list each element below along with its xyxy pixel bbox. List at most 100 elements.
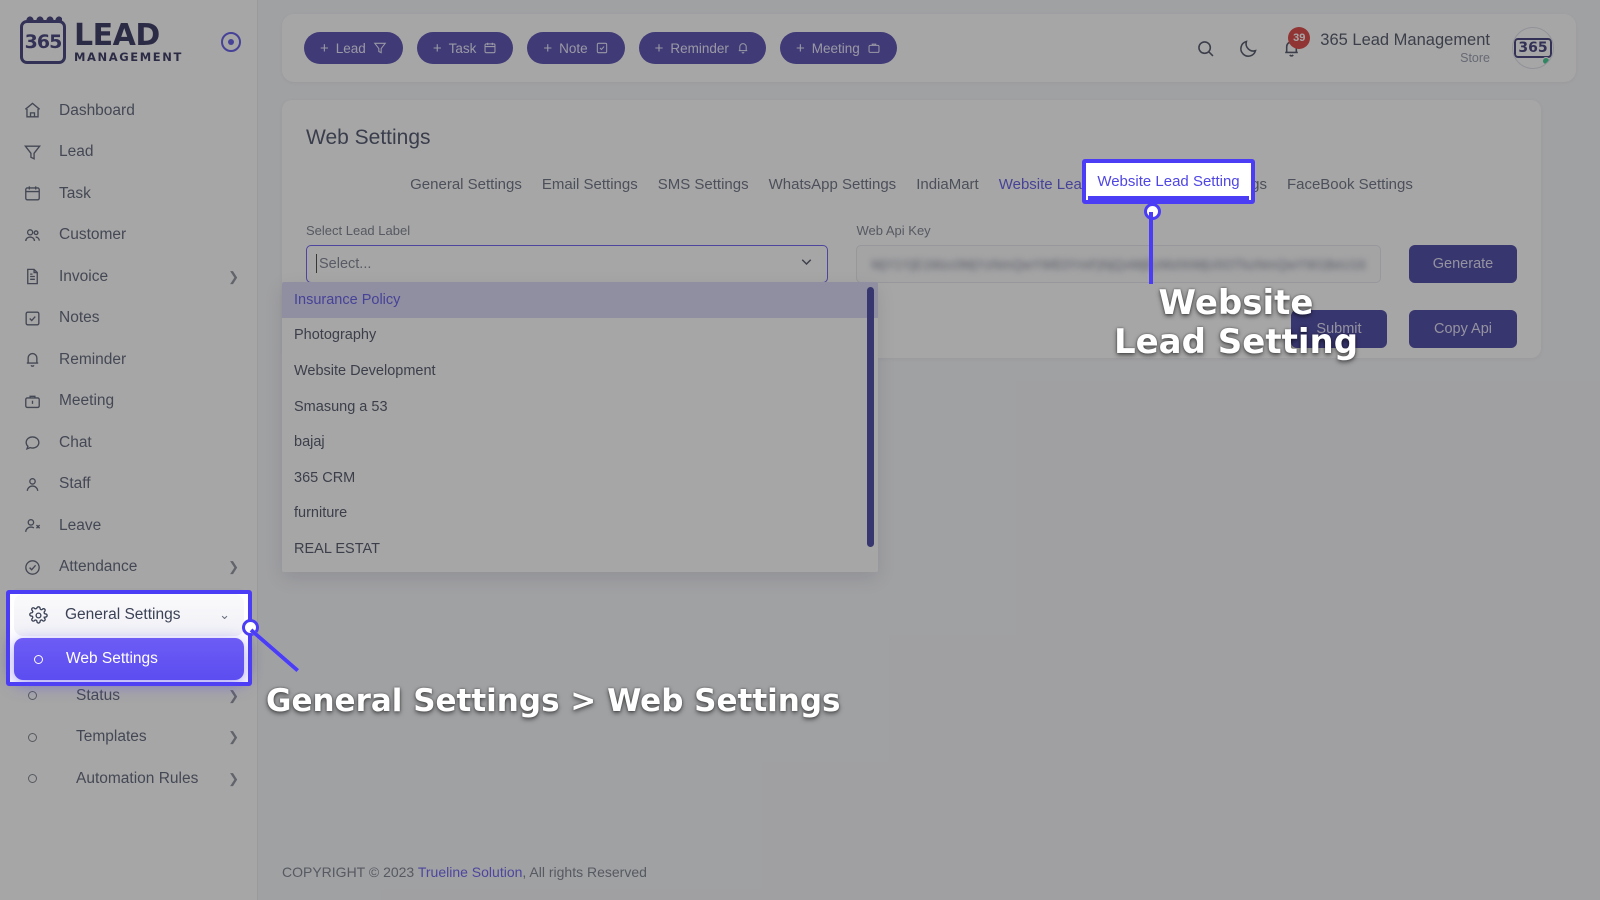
- lead-label-field-group: Select Lead Label Select...: [306, 223, 829, 283]
- sidebar-item-label: General Settings: [67, 599, 183, 617]
- calendar-icon: [483, 41, 497, 55]
- plus-icon: +: [543, 39, 553, 57]
- document-icon: [22, 266, 43, 287]
- sidebar-item-status[interactable]: Status ❯: [0, 675, 257, 717]
- dropdown-option-insurance-policy[interactable]: Insurance Policy: [282, 282, 878, 318]
- lead-label-dropdown-menu[interactable]: Insurance Policy Photography Website Dev…: [282, 282, 878, 572]
- sidebar-item-label: Chat: [59, 433, 92, 451]
- add-note-label: Note: [559, 40, 588, 56]
- radio-circle-icon: [28, 732, 37, 742]
- plus-icon: +: [654, 39, 664, 57]
- plus-icon: +: [432, 39, 442, 57]
- search-icon[interactable]: [1195, 38, 1216, 59]
- users-icon: [22, 225, 43, 246]
- chevron-right-icon: ❯: [228, 268, 239, 284]
- sidebar-item-meeting[interactable]: Meeting: [0, 381, 257, 423]
- chevron-down-icon[interactable]: [798, 253, 815, 275]
- api-key-input[interactable]: MjY1YjE1Mzc0MjYzNmQwYWE0YmFjNjQxMjEzMzhh…: [856, 245, 1381, 283]
- sidebar-item-notes[interactable]: Notes: [0, 298, 257, 340]
- gear-icon: [30, 598, 51, 619]
- plus-icon: +: [795, 39, 805, 57]
- sidebar-item-label: Notes: [59, 309, 100, 327]
- footer-link-trueline-solution[interactable]: Trueline Solution: [418, 864, 523, 880]
- sidebar-item-label: Web Settings: [86, 643, 178, 661]
- chat-bubble-icon: [22, 432, 43, 453]
- tab-sms-settings[interactable]: SMS Settings: [648, 172, 759, 197]
- sidebar-nav: Dashboard Lead Task Customer Invoice ❯ N…: [0, 84, 257, 800]
- sidebar-item-invoice[interactable]: Invoice ❯: [0, 256, 257, 298]
- note-check-icon: [22, 308, 43, 329]
- footer-prefix: COPYRIGHT © 2023: [282, 864, 418, 880]
- logo-management-label: MANAGEMENT: [74, 49, 183, 64]
- dropdown-option-website-development[interactable]: Website Development: [282, 353, 878, 389]
- add-note-button[interactable]: + Note: [527, 32, 625, 64]
- footer: COPYRIGHT © 2023 Trueline Solution, All …: [282, 864, 647, 880]
- sidebar-item-attendance[interactable]: Attendance ❯: [0, 547, 257, 589]
- dropdown-option-real-estat[interactable]: REAL ESTAT: [282, 531, 878, 567]
- sidebar-item-leave[interactable]: Leave: [0, 505, 257, 547]
- tab-invoice-settings[interactable]: Invoice Settings: [1151, 172, 1277, 197]
- sidebar-item-label: Templates: [76, 728, 147, 746]
- add-meeting-button[interactable]: + Meeting: [779, 32, 897, 64]
- moon-icon[interactable]: [1238, 38, 1259, 59]
- tab-whatsapp-settings[interactable]: WhatsApp Settings: [759, 172, 907, 197]
- sidebar-collapse-toggle-icon[interactable]: [221, 32, 241, 52]
- sidebar-item-label: Dashboard: [59, 101, 135, 119]
- sidebar: 365 LEAD MANAGEMENT Dashboard Lead Task …: [0, 0, 258, 900]
- logo-lead-text: LEAD: [74, 20, 183, 51]
- briefcase-icon: [22, 391, 43, 412]
- user-remove-icon: [22, 515, 43, 536]
- lead-label-select[interactable]: Select...: [306, 245, 829, 283]
- sidebar-item-templates[interactable]: Templates ❯: [0, 717, 257, 759]
- dropdown-option-photography[interactable]: Photography: [282, 318, 878, 354]
- app-logo: 365: [20, 14, 66, 64]
- add-reminder-label: Reminder: [670, 40, 729, 56]
- sidebar-item-dashboard[interactable]: Dashboard: [0, 90, 257, 132]
- account-info[interactable]: 365 Lead Management Store: [1320, 30, 1490, 66]
- lead-label-label: Select Lead Label: [306, 223, 411, 238]
- dropdown-option-bajaj[interactable]: bajaj: [282, 424, 878, 460]
- api-key-field-group: Web Api Key MjY1YjE1Mzc0MjYzNmQwYWE0YmFj…: [856, 223, 1517, 283]
- dropdown-scrollbar-thumb[interactable]: [867, 287, 874, 547]
- add-lead-label: Lead: [335, 40, 366, 56]
- footer-suffix: , All rights Reserved: [522, 864, 647, 880]
- copy-api-button[interactable]: Copy Api: [1409, 310, 1517, 348]
- calendar-icon: [22, 183, 43, 204]
- sidebar-item-task[interactable]: Task: [0, 173, 257, 215]
- tab-facebook-settings[interactable]: FaceBook Settings: [1277, 172, 1423, 197]
- avatar[interactable]: 365: [1512, 27, 1554, 69]
- sidebar-item-web-settings[interactable]: Web Settings: [10, 631, 249, 673]
- sidebar-item-automation-rules[interactable]: Automation Rules ❯: [0, 758, 257, 800]
- add-reminder-button[interactable]: + Reminder: [638, 32, 766, 64]
- dropdown-option-furniture[interactable]: furniture: [282, 496, 878, 532]
- dropdown-option-365-crm[interactable]: 365 CRM: [282, 460, 878, 496]
- chevron-right-icon: ❯: [228, 770, 239, 786]
- logo-badge-365: 365: [20, 14, 66, 64]
- sidebar-item-chat[interactable]: Chat: [0, 422, 257, 464]
- sidebar-item-customer[interactable]: Customer: [0, 215, 257, 257]
- add-task-label: Task: [448, 40, 477, 56]
- tab-indiamart[interactable]: IndiaMart: [906, 172, 989, 197]
- add-task-button[interactable]: + Task: [416, 32, 514, 64]
- dropdown-option-smasung-a-53[interactable]: Smasung a 53: [282, 389, 878, 425]
- sidebar-group-general-settings[interactable]: General Settings ⌄: [10, 588, 247, 630]
- sidebar-item-label: Status: [76, 686, 120, 704]
- notifications-bell-icon[interactable]: 39: [1281, 26, 1311, 59]
- radio-circle-icon: [38, 647, 47, 657]
- sidebar-item-lead[interactable]: Lead: [0, 132, 257, 174]
- tab-email-settings[interactable]: Email Settings: [532, 172, 648, 197]
- sidebar-item-reminder[interactable]: Reminder: [0, 339, 257, 381]
- generate-button[interactable]: Generate: [1409, 245, 1517, 283]
- tab-website-lead-setting[interactable]: Website Lead Setting: [989, 172, 1151, 197]
- api-key-value: MjY1YjE1Mzc0MjYzNmQwYWE0YmFjNjQxMjEzMzhh…: [871, 256, 1366, 272]
- notification-count-badge: 39: [1288, 26, 1311, 49]
- sidebar-item-general-settings[interactable]: General Settings ⌄: [10, 588, 247, 630]
- api-key-label: Web Api Key: [856, 223, 931, 238]
- add-lead-button[interactable]: + Lead: [304, 32, 403, 64]
- sidebar-item-staff[interactable]: Staff: [0, 464, 257, 506]
- dropdown-scrollbar[interactable]: [867, 284, 876, 570]
- submit-button[interactable]: Submit: [1291, 310, 1387, 348]
- tab-general-settings[interactable]: General Settings: [400, 172, 532, 197]
- chevron-right-icon: ❯: [228, 559, 239, 575]
- sidebar-item-label: Automation Rules: [76, 769, 199, 787]
